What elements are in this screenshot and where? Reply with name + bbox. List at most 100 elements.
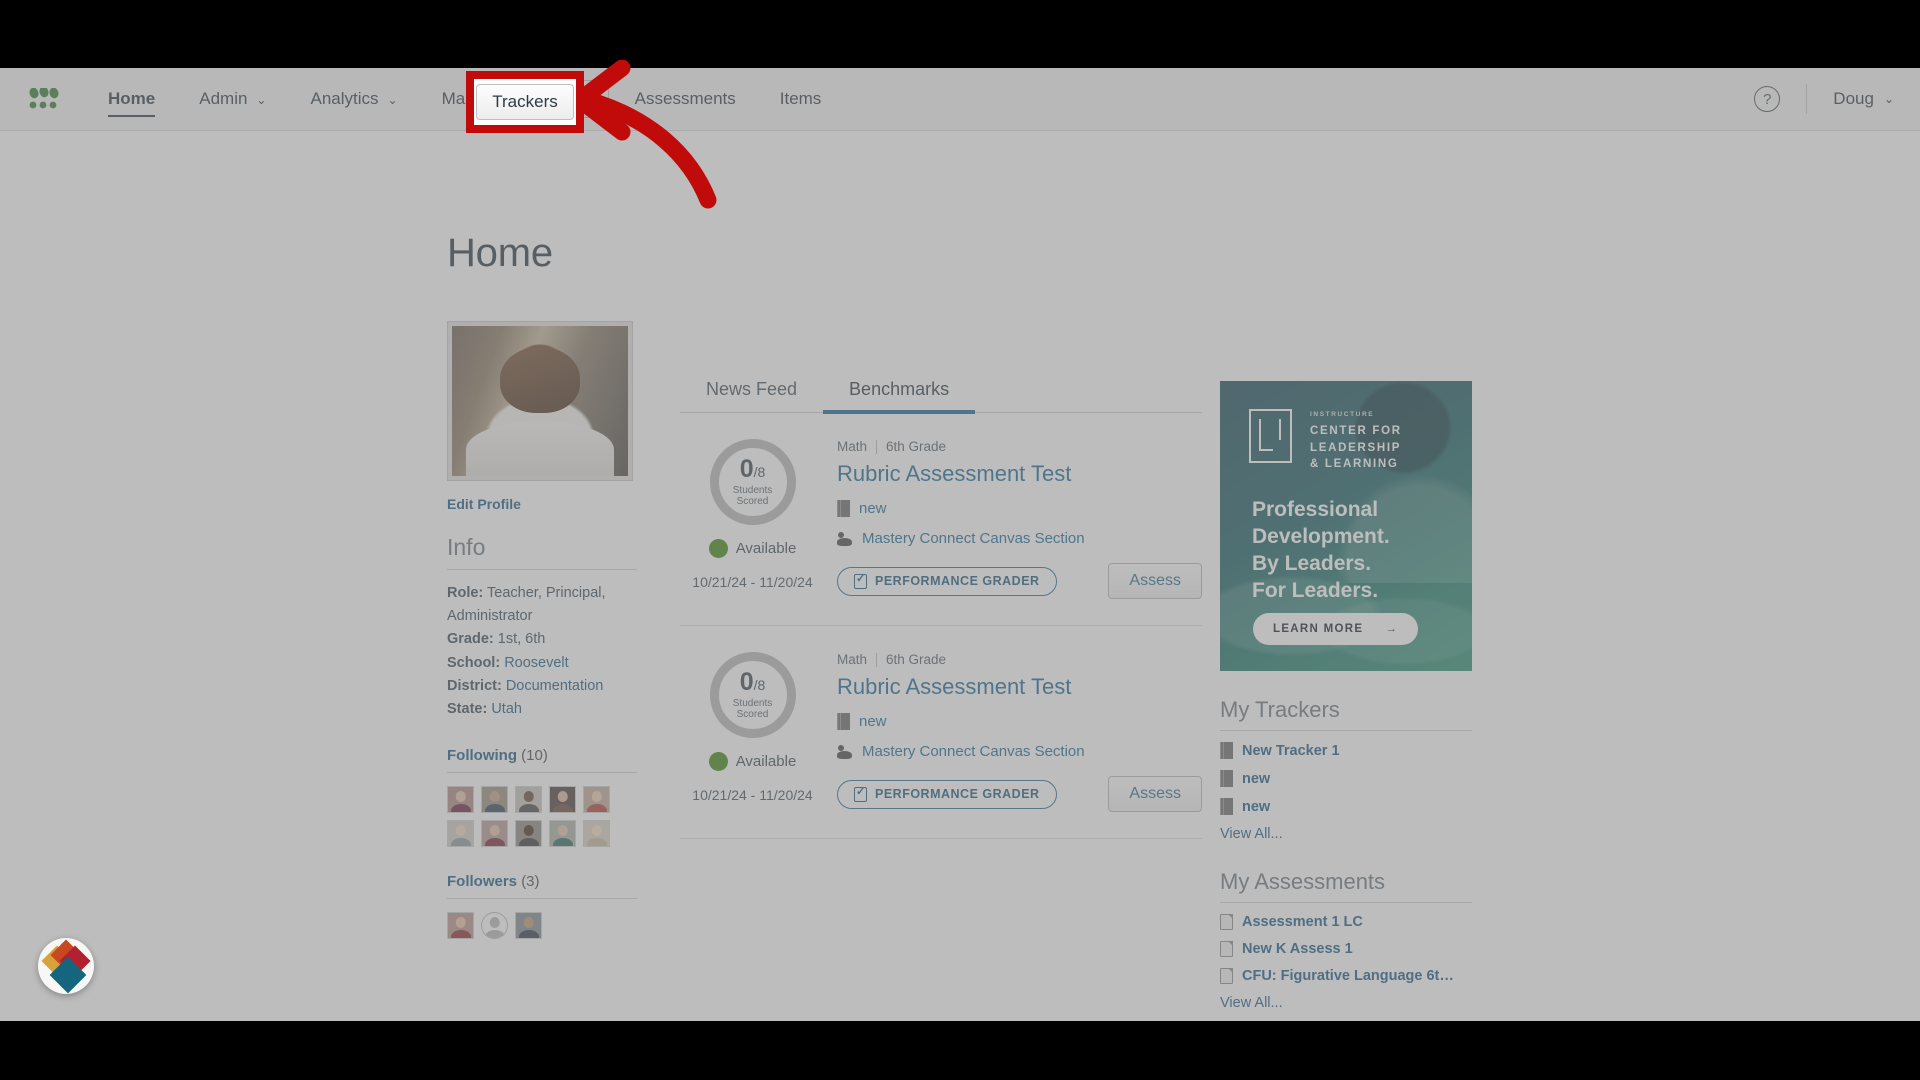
user-menu[interactable]: Doug ⌄ <box>1833 89 1894 109</box>
nav-right-cluster: ? Doug ⌄ <box>1754 84 1894 114</box>
avatar-thumb[interactable] <box>515 820 542 848</box>
my-assessments-heading: My Assessments <box>1220 869 1472 903</box>
learn-more-button[interactable]: LEARN MORE → <box>1253 613 1419 645</box>
following-heading[interactable]: Following (10) <box>447 747 637 774</box>
benchmark-grade: 6th Grade <box>886 439 947 454</box>
benchmark-tracker-link[interactable]: new <box>859 500 887 517</box>
info-role-label: Role: <box>447 585 484 601</box>
assessment-link[interactable]: CFU: Figurative Language 6th Grad... <box>1242 968 1454 984</box>
performance-grader-label: PERFORMANCE GRADER <box>875 787 1040 801</box>
score-total: /8 <box>753 676 766 693</box>
benchmark-section-link[interactable]: Mastery Connect Canvas Section <box>862 530 1085 547</box>
avatar-thumb[interactable] <box>447 912 474 940</box>
avatar-placeholder-icon[interactable] <box>481 912 508 940</box>
assess-button[interactable]: Assess <box>1108 563 1202 599</box>
group-icon <box>837 744 853 759</box>
document-icon <box>1220 941 1233 957</box>
instructure-diamond-logo-icon[interactable] <box>38 938 94 994</box>
info-grade-value: 1st, 6th <box>497 631 546 648</box>
benchmark-title-link[interactable]: Rubric Assessment Test <box>837 461 1202 487</box>
performance-grader-button[interactable]: PERFORMANCE GRADER <box>837 779 1057 809</box>
grader-doc-icon <box>854 572 867 589</box>
followers-heading[interactable]: Followers (3) <box>447 873 637 900</box>
tab-benchmarks[interactable]: Benchmarks <box>823 379 976 414</box>
browser-viewport: Home Admin ⌄ Analytics ⌄ Maps Trackers A <box>0 68 1920 1021</box>
avatar-thumb[interactable] <box>447 786 474 814</box>
benchmark-card: 0/8 Students Scored Available 10/21/24 -… <box>680 413 1202 626</box>
mastery-connect-logo-icon[interactable] <box>14 88 78 110</box>
document-icon <box>1220 968 1233 984</box>
avatar-thumb[interactable] <box>515 912 542 940</box>
feed-tabs: News Feed Benchmarks <box>680 379 1202 414</box>
status-label: Available <box>735 540 797 557</box>
tracker-row: new <box>1220 770 1472 787</box>
tracker-link[interactable]: New Tracker 1 <box>1242 743 1340 759</box>
info-district-row: District: Documentation <box>447 675 637 698</box>
avatar-thumb[interactable] <box>447 820 474 848</box>
info-role-row: Role: Teacher, Principal, Administrator <box>447 582 637 628</box>
cll-logo-icon <box>1249 409 1292 463</box>
score-number: 0 <box>739 667 754 696</box>
tab-news-feed[interactable]: News Feed <box>680 379 823 412</box>
tracker-row: New Tracker 1 <box>1220 742 1472 759</box>
annotation-arrow-icon <box>571 60 717 209</box>
assessment-link[interactable]: Assessment 1 LC <box>1242 914 1363 930</box>
score-caption: Students Scored <box>733 485 772 508</box>
avatar-thumb[interactable] <box>583 786 610 814</box>
status-dot-icon <box>708 539 728 558</box>
help-icon[interactable]: ? <box>1754 86 1781 112</box>
info-district-value[interactable]: Documentation <box>506 678 604 694</box>
avatar-thumb[interactable] <box>549 820 576 848</box>
avatar-thumb[interactable] <box>481 786 508 814</box>
avatar-thumb[interactable] <box>481 820 508 848</box>
meta-divider <box>876 652 878 667</box>
benchmark-section-link[interactable]: Mastery Connect Canvas Section <box>862 743 1085 760</box>
info-grade-row: Grade: 1st, 6th <box>447 628 637 651</box>
assessments-view-all-link[interactable]: View All... <box>1220 995 1283 1011</box>
trackers-view-all-link[interactable]: View All... <box>1220 826 1283 842</box>
assess-button[interactable]: Assess <box>1108 776 1202 812</box>
followers-avatars <box>447 912 637 940</box>
tracker-link[interactable]: new <box>1242 771 1270 787</box>
benchmark-score-column: 0/8 Students Scored Available 10/21/24 -… <box>680 439 825 599</box>
nav-item-admin[interactable]: Admin ⌄ <box>177 68 288 131</box>
user-menu-label: Doug <box>1833 89 1874 108</box>
date-range: 10/21/24 - 11/20/24 <box>692 787 813 803</box>
benchmark-actions: PERFORMANCE GRADER Assess <box>837 563 1202 599</box>
avatar-thumb[interactable] <box>583 820 610 848</box>
info-school-value[interactable]: Roosevelt <box>504 655 568 671</box>
top-navigation-bar: Home Admin ⌄ Analytics ⌄ Maps Trackers A <box>0 68 1920 131</box>
benchmark-meta: Math 6th Grade <box>837 439 1202 454</box>
avatar-shirt <box>466 422 614 476</box>
performance-grader-label: PERFORMANCE GRADER <box>875 574 1040 588</box>
screen-root: Home Admin ⌄ Analytics ⌄ Maps Trackers A <box>0 0 1920 1080</box>
followers-count: (3) <box>521 873 540 891</box>
benchmark-details: Math 6th Grade Rubric Assessment Test ne… <box>825 652 1202 812</box>
info-state-value[interactable]: Utah <box>491 701 522 717</box>
chevron-down-icon: ⌄ <box>256 93 267 107</box>
my-assessments-widget: My Assessments Assessment 1 LC New K Ass… <box>1220 869 1472 1012</box>
tracker-link[interactable]: new <box>1242 799 1270 815</box>
info-school-label: School: <box>447 654 501 671</box>
promo-brand-line3: & LEARNING <box>1310 458 1399 471</box>
assessment-link[interactable]: New K Assess 1 <box>1242 941 1353 957</box>
avatar <box>447 321 633 481</box>
nav-item-home[interactable]: Home <box>86 68 177 131</box>
avatar-thumb[interactable] <box>515 786 542 814</box>
annotation-highlight-label: Trackers <box>476 84 574 120</box>
my-trackers-heading: My Trackers <box>1220 697 1472 731</box>
edit-profile-link[interactable]: Edit Profile <box>447 496 637 512</box>
following-label: Following <box>447 747 517 765</box>
promo-headline-line3: By Leaders. <box>1252 551 1372 575</box>
info-state-label: State: <box>447 700 488 717</box>
meta-divider <box>876 439 878 454</box>
promo-brand-line1: CENTER FOR <box>1310 425 1402 437</box>
benchmark-title-link[interactable]: Rubric Assessment Test <box>837 674 1202 700</box>
promo-banner[interactable]: INSTRUCTURE CENTER FOR LEADERSHIP & LEAR… <box>1220 381 1472 671</box>
tracker-icon <box>837 500 850 517</box>
benchmark-tracker-link[interactable]: new <box>859 713 887 730</box>
score-number: 0 <box>739 454 754 483</box>
avatar-thumb[interactable] <box>549 786 576 814</box>
performance-grader-button[interactable]: PERFORMANCE GRADER <box>837 566 1057 596</box>
nav-item-analytics[interactable]: Analytics ⌄ <box>288 68 419 131</box>
